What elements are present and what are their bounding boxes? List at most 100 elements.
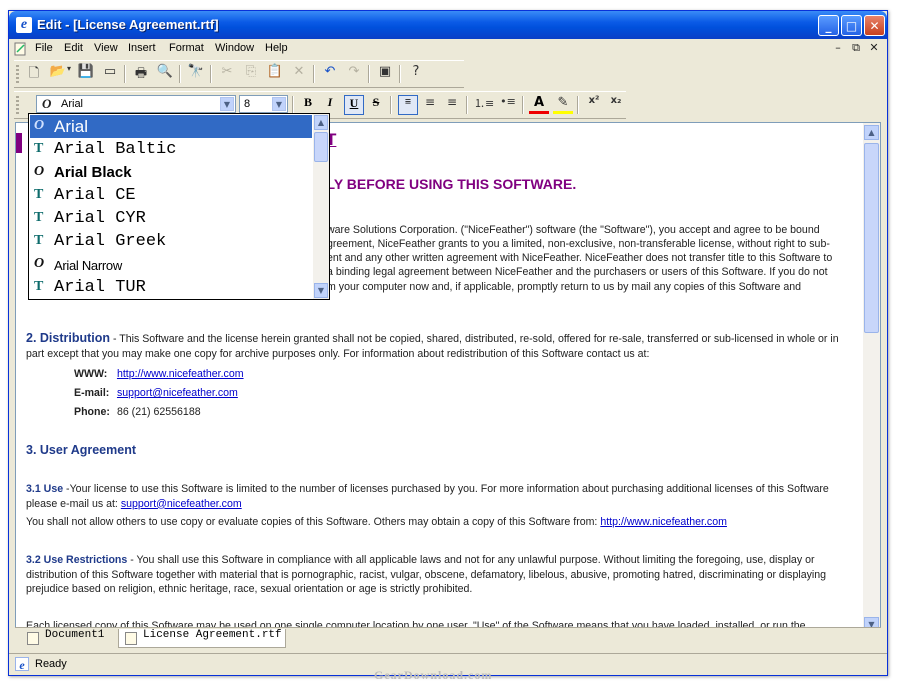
- font-option[interactable]: T Arial TUR: [30, 276, 312, 299]
- title-bar[interactable]: e Edit - [License Agreement.rtf] _ □ ✕: [9, 11, 887, 39]
- document-icon[interactable]: [14, 42, 27, 56]
- print-icon[interactable]: 🖶: [131, 64, 151, 84]
- open-dropdown-icon[interactable]: ▾: [64, 64, 74, 84]
- chevron-down-icon[interactable]: ▼: [272, 97, 286, 111]
- toolbar-grip[interactable]: [16, 96, 19, 114]
- bulleted-list-icon[interactable]: •≡: [498, 95, 518, 115]
- font-list-scrollbar[interactable]: ▲ ▼: [313, 114, 329, 299]
- font-size-value: 8: [244, 98, 251, 110]
- menu-insert[interactable]: Insert: [128, 42, 156, 54]
- delete-icon[interactable]: ✕: [289, 64, 309, 84]
- section-use: 3.1 Use -Your license to use this Softwa…: [26, 482, 856, 511]
- align-right-icon[interactable]: ≡: [442, 95, 462, 115]
- section-use-copy: You shall not allow others to use copy o…: [26, 515, 856, 530]
- document-icon: [27, 632, 39, 645]
- bold-button[interactable]: B: [298, 95, 318, 115]
- new-file-icon[interactable]: 🗋: [24, 64, 44, 84]
- menu-view[interactable]: View: [94, 42, 118, 54]
- scroll-up-icon[interactable]: ▲: [864, 125, 879, 140]
- phone-label: Phone:: [74, 406, 110, 418]
- close-button[interactable]: ✕: [864, 15, 885, 36]
- save-all-icon[interactable]: ▭: [100, 64, 120, 84]
- font-option[interactable]: O Arial: [30, 115, 312, 138]
- align-left-icon[interactable]: ≡: [398, 95, 418, 115]
- scroll-down-icon[interactable]: ▼: [314, 283, 328, 298]
- tab-label: Document1: [45, 629, 105, 641]
- font-size-combobox[interactable]: 8 ▼: [239, 95, 288, 113]
- watermark-text: GearDownload.com: [374, 668, 493, 682]
- distribution-heading: 2. Distribution: [26, 331, 111, 345]
- undo-icon[interactable]: ↶: [320, 64, 340, 84]
- menu-edit[interactable]: Edit: [64, 42, 83, 54]
- minimize-button[interactable]: _: [818, 15, 839, 36]
- chevron-down-icon[interactable]: ▼: [220, 97, 234, 111]
- print-preview-icon[interactable]: 🔍: [155, 64, 175, 84]
- font-option[interactable]: T Arial CE: [30, 184, 312, 207]
- separator: [368, 65, 370, 83]
- copy-icon[interactable]: ⎘: [241, 64, 261, 84]
- tab-document1[interactable]: Document1: [21, 629, 113, 648]
- save-icon[interactable]: 💾: [76, 64, 96, 84]
- scroll-up-icon[interactable]: ▲: [314, 115, 328, 130]
- separator: [466, 96, 468, 114]
- www-link[interactable]: http://www.nicefeather.com: [117, 368, 244, 380]
- vertical-scrollbar[interactable]: ▲ ▼: [863, 123, 880, 634]
- highlight-icon[interactable]: ✎: [553, 95, 573, 114]
- superscript-button[interactable]: x²: [584, 95, 604, 115]
- menu-format[interactable]: Format: [169, 42, 204, 54]
- opentype-font-icon: O: [42, 96, 52, 111]
- section-restrictions: 3.2 Use Restrictions - You shall use thi…: [26, 553, 856, 597]
- scroll-thumb[interactable]: [314, 132, 328, 162]
- numbered-list-icon[interactable]: ⒈≡: [474, 95, 494, 115]
- separator: [399, 65, 401, 83]
- use-url-link[interactable]: http://www.nicefeather.com: [600, 516, 727, 528]
- window-title: Edit - [License Agreement.rtf]: [37, 17, 219, 32]
- strikethrough-button[interactable]: S: [366, 95, 386, 115]
- separator: [179, 65, 181, 83]
- user-agreement-heading: 3. User Agreement: [26, 443, 136, 457]
- redo-icon[interactable]: ↷: [344, 64, 364, 84]
- tab-license-agreement[interactable]: License Agreement.rtf: [118, 629, 286, 648]
- align-center-icon[interactable]: ≡: [420, 95, 440, 115]
- mdi-minimize-button[interactable]: –: [831, 41, 845, 55]
- toolbar-grip[interactable]: [16, 65, 19, 83]
- font-option[interactable]: O Arial Black: [30, 161, 312, 184]
- scroll-thumb[interactable]: [864, 143, 879, 333]
- use-email-link[interactable]: support@nicefeather.com: [121, 498, 242, 510]
- use-heading: 3.1 Use: [26, 483, 64, 495]
- separator: [292, 96, 294, 114]
- font-option[interactable]: T Arial CYR: [30, 207, 312, 230]
- separator: [210, 65, 212, 83]
- font-option[interactable]: T Arial Baltic: [30, 138, 312, 161]
- sec1-line: greement, NiceFeather grants to you a li…: [327, 238, 830, 250]
- sec1-line: ware Solutions Corporation. ("NiceFeathe…: [327, 224, 820, 236]
- subscript-button[interactable]: x₂: [606, 95, 626, 115]
- maximize-button[interactable]: □: [841, 15, 862, 36]
- tab-label: License Agreement.rtf: [143, 629, 282, 641]
- font-name-combobox[interactable]: O Arial ▼: [36, 95, 236, 113]
- menu-window[interactable]: Window: [215, 42, 254, 54]
- mdi-restore-button[interactable]: ⧉: [849, 41, 863, 55]
- cut-icon[interactable]: ✂: [217, 64, 237, 84]
- underline-button[interactable]: U: [344, 95, 364, 115]
- options-icon[interactable]: ▣: [375, 64, 395, 84]
- menu-file[interactable]: File: [35, 42, 53, 54]
- menu-help[interactable]: Help: [265, 42, 288, 54]
- font-color-icon[interactable]: A: [529, 95, 549, 114]
- app-icon[interactable]: e: [16, 17, 32, 33]
- help-icon[interactable]: ?: [406, 64, 426, 84]
- font-name-value: Arial: [61, 98, 84, 110]
- mdi-close-button[interactable]: ✕: [867, 41, 881, 55]
- email-link[interactable]: support@nicefeather.com: [117, 387, 238, 399]
- font-option[interactable]: O Arial Narrow: [30, 253, 312, 276]
- paste-icon[interactable]: 📋: [265, 64, 285, 84]
- font-option[interactable]: T Arial Greek: [30, 230, 312, 253]
- font-dropdown-list[interactable]: O Arial T Arial Baltic O Arial Black T A…: [28, 113, 330, 300]
- www-label: WWW:: [74, 368, 108, 380]
- opentype-font-icon: O: [34, 164, 45, 179]
- italic-button[interactable]: I: [320, 95, 340, 115]
- find-icon[interactable]: 🔭: [186, 64, 206, 84]
- contact-phone: Phone: 86 (21) 62556188: [74, 405, 864, 420]
- document-title: T: [326, 130, 337, 149]
- title-marker: [16, 133, 22, 153]
